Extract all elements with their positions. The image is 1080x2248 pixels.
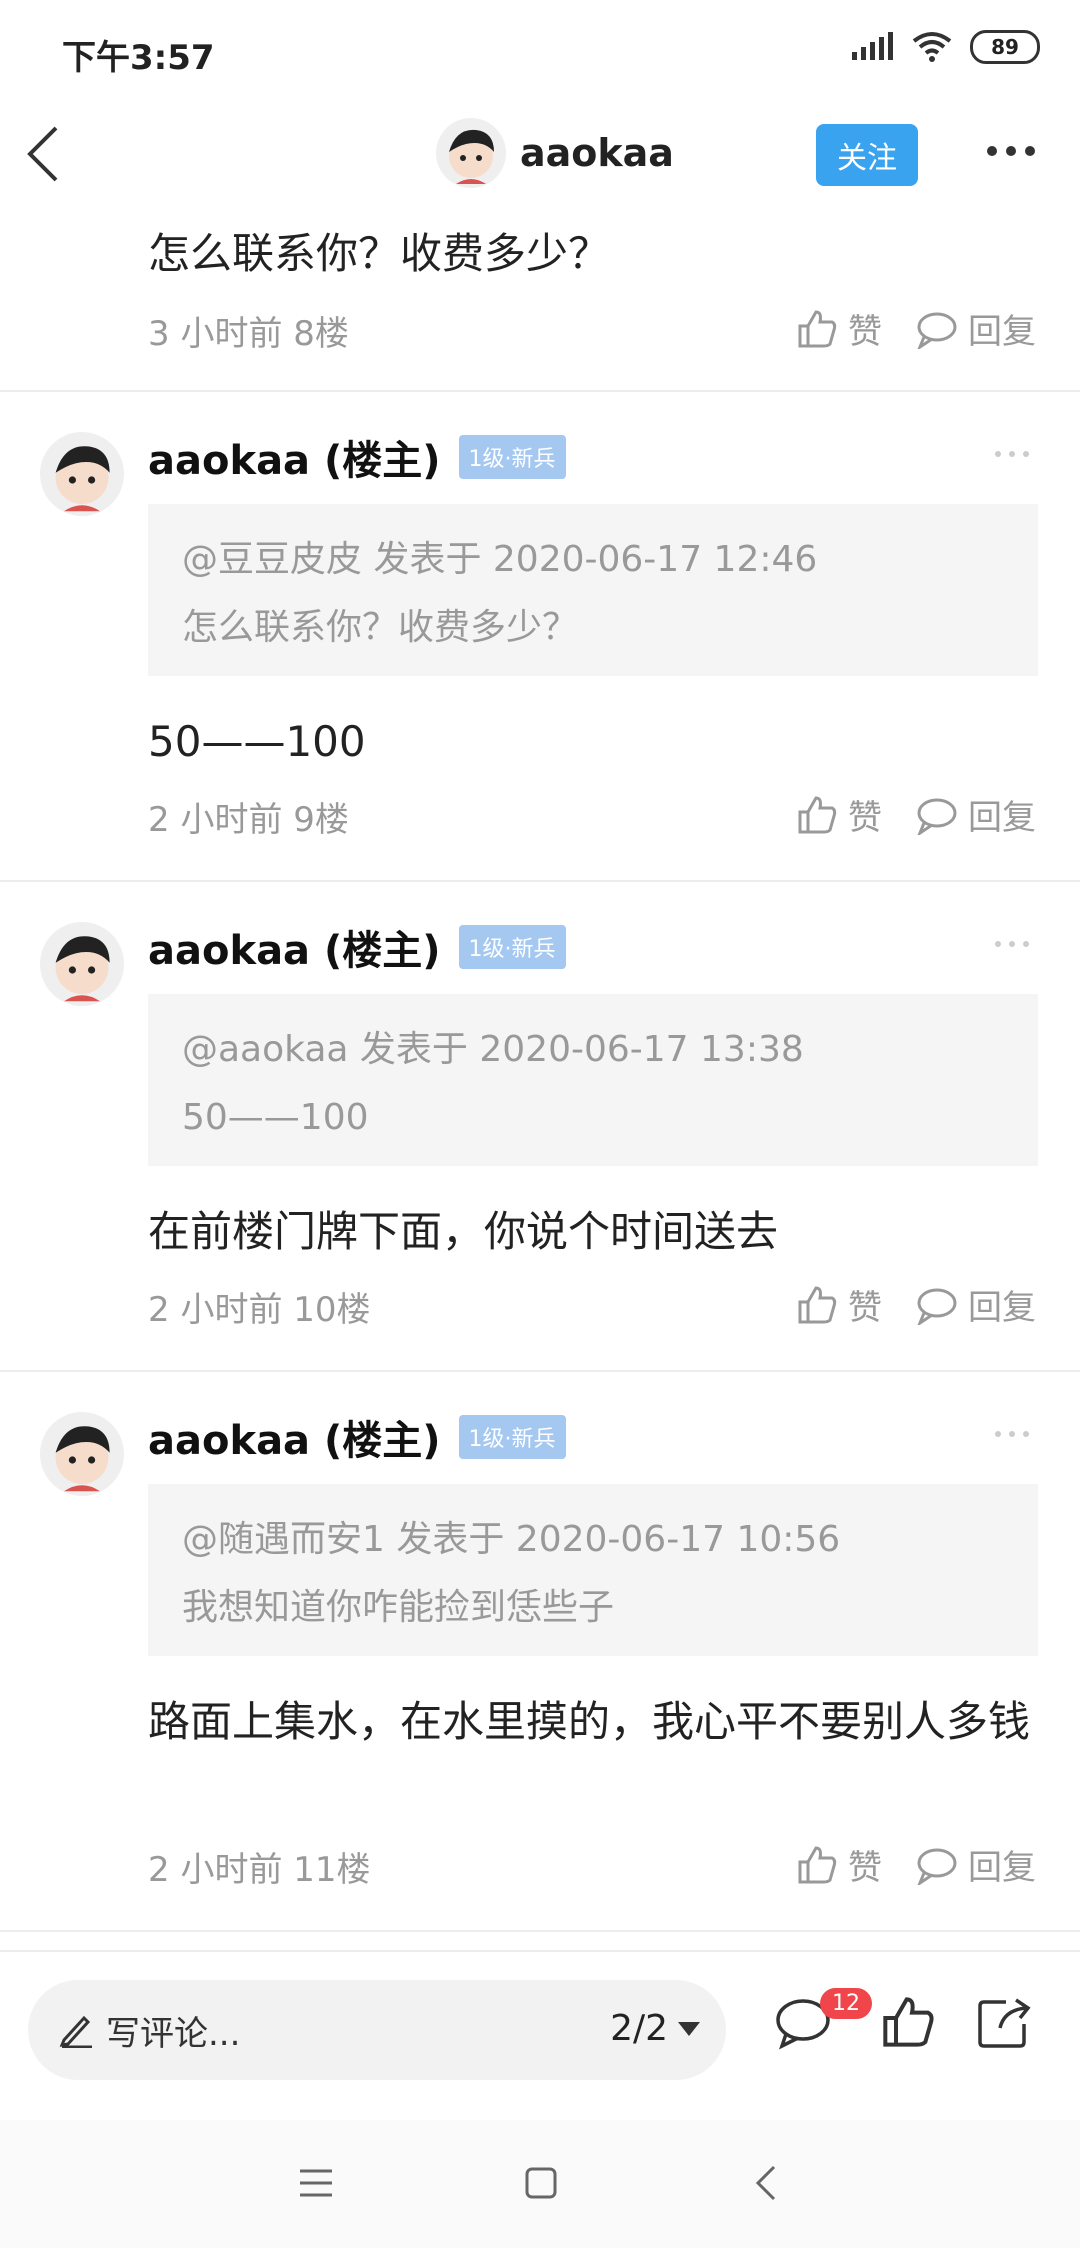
thumbs-up-icon xyxy=(798,309,837,347)
comment-actions: 赞 回复 xyxy=(796,1280,1036,1329)
comment-more-icon[interactable] xyxy=(994,450,1030,458)
comment-meta: 3 小时前 8楼 xyxy=(148,314,349,354)
quoted-comment: @随遇而安1 发表于 2020-06-17 10:56 我想知道你咋能捡到恁些子 xyxy=(148,1484,1038,1656)
share-icon[interactable] xyxy=(976,1994,1032,2050)
nav-username[interactable]: aaokaa xyxy=(520,131,674,175)
like-label: 赞 xyxy=(848,312,882,352)
thumbs-up-icon[interactable] xyxy=(880,1994,936,2050)
comment-bubble-icon xyxy=(917,1848,957,1885)
more-options-icon[interactable] xyxy=(986,145,1036,157)
level-badge: 1级·新兵 xyxy=(458,1415,566,1459)
quoted-comment: @aaokaa 发表于 2020-06-17 13:38 50——100 xyxy=(148,994,1038,1166)
status-time: 下午3:57 xyxy=(62,38,215,78)
comment-bubble-icon xyxy=(917,1288,957,1325)
bottom-action-bar: 写评论... 2/2 12 xyxy=(0,1950,1080,2122)
write-comment-input[interactable]: 写评论... 2/2 xyxy=(28,1980,726,2080)
like-button[interactable]: 赞 xyxy=(796,304,882,353)
comment-count-badge: 12 xyxy=(820,1988,872,2019)
battery-icon: 89 xyxy=(970,30,1040,64)
system-nav-bar xyxy=(0,2120,1080,2248)
comment-text: 路面上集水，在水里摸的，我心平不要别人多钱 xyxy=(148,1697,1031,1746)
reply-button[interactable]: 回复 xyxy=(916,1280,1036,1329)
reply-label: 回复 xyxy=(968,1288,1036,1328)
comment-more-icon[interactable] xyxy=(994,1430,1030,1438)
comment-author[interactable]: aaokaa (楼主) xyxy=(148,1408,441,1466)
comment-meta: 2 小时前 9楼 xyxy=(148,800,349,840)
wifi-icon xyxy=(912,32,952,62)
signal-icon xyxy=(852,32,893,60)
page-selector[interactable]: 2/2 xyxy=(610,2008,700,2049)
like-button[interactable]: 赞 xyxy=(796,1280,882,1329)
comment-list: 怎么联系你？收费多少？ 3 小时前 8楼 赞 回复 aaokaa (楼主) 1级… xyxy=(0,210,1080,1932)
comment-header: aaokaa (楼主) 1级·新兵 xyxy=(148,918,566,976)
comment-avatar[interactable] xyxy=(40,432,124,516)
thumbs-up-icon xyxy=(798,1285,837,1323)
quote-author: @随遇而安1 发表于 2020-06-17 10:56 xyxy=(182,1519,841,1560)
level-badge: 1级·新兵 xyxy=(458,925,566,969)
comment-author[interactable]: aaokaa (楼主) xyxy=(148,428,441,486)
quote-author: @aaokaa 发表于 2020-06-17 13:38 xyxy=(182,1029,804,1070)
like-label: 赞 xyxy=(848,798,882,838)
pencil-icon xyxy=(59,2015,92,2048)
quote-author: @豆豆皮皮 发表于 2020-06-17 12:46 xyxy=(182,539,818,580)
like-button[interactable]: 赞 xyxy=(796,790,882,839)
home-icon[interactable] xyxy=(524,2166,558,2200)
nav-user[interactable]: aaokaa xyxy=(436,118,674,188)
comment-meta: 2 小时前 11楼 xyxy=(148,1850,371,1890)
like-button[interactable]: 赞 xyxy=(796,1840,882,1889)
comment-floor-10: aaokaa (楼主) 1级·新兵 @aaokaa 发表于 2020-06-17… xyxy=(0,882,1080,1372)
battery-level: 89 xyxy=(991,35,1019,59)
comment-actions: 赞 回复 xyxy=(796,790,1036,839)
back-icon[interactable] xyxy=(754,2164,778,2202)
quote-text: 怎么联系你？收费多少？ xyxy=(182,607,579,648)
menu-icon[interactable] xyxy=(298,2168,334,2198)
comment-floor-11: aaokaa (楼主) 1级·新兵 @随遇而安1 发表于 2020-06-17 … xyxy=(0,1372,1080,1932)
comment-avatar[interactable] xyxy=(40,1412,124,1496)
reply-button[interactable]: 回复 xyxy=(916,304,1036,353)
comment-text: 在前楼门牌下面，你说个时间送去 xyxy=(148,1207,779,1256)
quote-text: 50——100 xyxy=(182,1097,369,1138)
status-bar: 下午3:57 89 xyxy=(0,0,1080,100)
comment-author[interactable]: aaokaa (楼主) xyxy=(148,918,441,976)
reply-button[interactable]: 回复 xyxy=(916,1840,1036,1889)
comment-floor-9: aaokaa (楼主) 1级·新兵 @豆豆皮皮 发表于 2020-06-17 1… xyxy=(0,392,1080,882)
comment-bubble-icon xyxy=(917,798,957,835)
comment-text: 50——100 xyxy=(148,717,366,766)
follow-button[interactable]: 关注 xyxy=(816,124,918,186)
nav-bar: aaokaa 关注 xyxy=(0,100,1080,210)
level-badge: 1级·新兵 xyxy=(458,435,566,479)
comment-meta: 2 小时前 10楼 xyxy=(148,1290,371,1330)
comment-bubble-icon xyxy=(917,312,957,349)
like-label: 赞 xyxy=(848,1848,882,1888)
reply-label: 回复 xyxy=(968,312,1036,352)
nav-avatar[interactable] xyxy=(436,118,506,188)
comment-actions: 赞 回复 xyxy=(796,304,1036,353)
reply-label: 回复 xyxy=(968,798,1036,838)
quoted-comment: @豆豆皮皮 发表于 2020-06-17 12:46 怎么联系你？收费多少？ xyxy=(148,504,1038,676)
page-indicator: 2/2 xyxy=(610,2008,668,2049)
thumbs-up-icon xyxy=(798,795,837,833)
write-comment-placeholder: 写评论... xyxy=(106,2013,241,2054)
comment-actions: 赞 回复 xyxy=(796,1840,1036,1889)
comment-floor-8: 怎么联系你？收费多少？ 3 小时前 8楼 赞 回复 xyxy=(0,210,1080,392)
reply-button[interactable]: 回复 xyxy=(916,790,1036,839)
quote-text: 我想知道你咋能捡到恁些子 xyxy=(182,1587,615,1628)
thumbs-up-icon xyxy=(798,1845,837,1883)
caret-down-icon xyxy=(678,2021,700,2036)
reply-label: 回复 xyxy=(968,1848,1036,1888)
comment-avatar[interactable] xyxy=(40,922,124,1006)
comment-text: 怎么联系你？收费多少？ xyxy=(148,229,611,278)
system-icons: 89 xyxy=(850,30,1040,64)
like-label: 赞 xyxy=(848,1288,882,1328)
comment-more-icon[interactable] xyxy=(994,940,1030,948)
comment-header: aaokaa (楼主) 1级·新兵 xyxy=(148,1408,566,1466)
back-arrow-icon[interactable] xyxy=(22,122,62,186)
comment-header: aaokaa (楼主) 1级·新兵 xyxy=(148,428,566,486)
